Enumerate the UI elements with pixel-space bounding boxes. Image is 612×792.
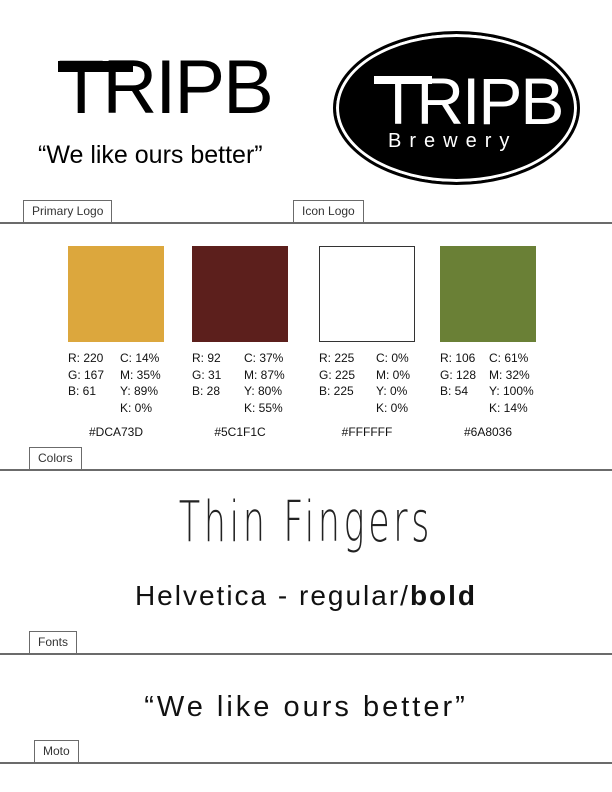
color-gold-rgb: R: 220 G: 167 B: 61 — [68, 351, 105, 399]
swatch-maroon — [192, 246, 288, 342]
swatch-gold — [68, 246, 164, 342]
primary-logo-tagline: “We like ours better” — [38, 141, 263, 169]
color-gold-hex: #DCA73D — [88, 425, 144, 439]
body-font-sample: Helvetica - regular/bold — [0, 580, 612, 612]
moto-text: “We like ours better” — [144, 691, 468, 723]
body-font-bold: bold — [409, 580, 478, 611]
moto-section-divider — [0, 762, 612, 764]
color-green-rgb: R: 106 G: 128 B: 54 — [440, 351, 477, 399]
colors-tab: Colors — [29, 447, 82, 469]
moto-tab: Moto — [34, 740, 79, 762]
color-white-cmyk: C: 0% M: 0% Y: 0% K: 0% — [376, 351, 411, 416]
color-maroon-rgb: R: 92 G: 31 B: 28 — [192, 351, 222, 399]
primary-logo-wordmark: TRIPB — [58, 50, 274, 126]
swatch-green — [440, 246, 536, 342]
logo-t-bar — [58, 61, 133, 72]
swatch-white — [319, 246, 415, 342]
icon-logo-subtitle: Brewery — [388, 130, 518, 152]
logo-section-divider — [0, 222, 612, 224]
color-green-cmyk: C: 61% M: 32% Y: 100% K: 14% — [489, 351, 534, 416]
icon-logo-t-bar — [374, 76, 432, 84]
primary-logo-tab: Primary Logo — [23, 200, 113, 222]
color-maroon-cmyk: C: 37% M: 87% Y: 80% K: 55% — [244, 351, 285, 416]
icon-logo-ellipse: TRIPB Brewery — [333, 31, 580, 185]
display-font-sample: Thin Fingers — [178, 490, 434, 555]
body-font-regular: Helvetica - regular/ — [134, 580, 410, 611]
primary-logo-text: TRIPB — [58, 45, 274, 130]
icon-logo-tab: Icon Logo — [293, 200, 364, 222]
color-white-hex: #FFFFFF — [341, 425, 393, 439]
icon-logo-wordmark: TRIPB — [374, 68, 564, 134]
color-white-rgb: R: 225 G: 225 B: 225 — [319, 351, 356, 399]
color-gold-cmyk: C: 14% M: 35% Y: 89% K: 0% — [120, 351, 161, 416]
fonts-section-divider — [0, 653, 612, 655]
color-green-hex: #6A8036 — [463, 425, 513, 439]
colors-section-divider — [0, 469, 612, 471]
color-maroon-hex: #5C1F1C — [214, 425, 266, 439]
fonts-tab: Fonts — [29, 631, 78, 653]
